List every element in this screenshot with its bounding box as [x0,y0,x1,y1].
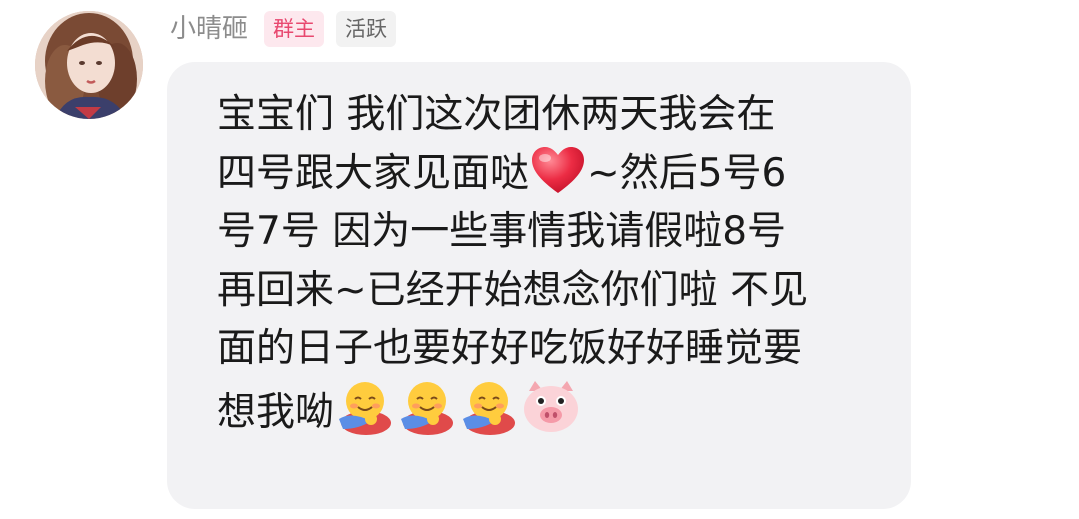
message-bubble[interactable]: 宝宝们 我们这次团休两天我会在 四号跟大家见面哒 ~然后5号6 号7号 因为一些… [167,62,911,509]
avatar-image [35,11,143,119]
message-line-2-text: 四号跟大家见面哒 [217,150,530,196]
chat-message-row: 小晴砸 群主 活跃 宝宝们 我们这次团休两天我会在 四号跟大家见面哒 ~然后5号… [0,0,1079,519]
hug-icon [397,379,457,435]
message-line-5: 面的日子也要好好吃饭好好睡觉要 [217,326,803,371]
message-line-2-tail: ~然后5号6 [587,150,787,196]
message-line-2: 四号跟大家见面哒 ~然后5号6 [217,145,897,204]
message-line-1: 宝宝们 我们这次团休两天我会在 [217,92,776,137]
sender-name[interactable]: 小晴砸 [170,11,248,47]
message-line-6-text: 想我呦 [217,389,335,435]
message-line-3: 号7号 因为一些事情我请假啦8号 [217,209,787,254]
group-owner-badge: 群主 [264,11,325,47]
pig-face-icon [521,379,581,435]
avatar[interactable] [35,11,143,119]
hug-icon [459,379,519,435]
active-badge: 活跃 [336,11,397,47]
message-text: 宝宝们 我们这次团休两天我会在 四号跟大家见面哒 ~然后5号6 号7号 因为一些… [217,86,897,437]
message-line-4: 再回来~已经开始想念你们啦 不见 [217,267,809,313]
message-line-6: 想我呦 [217,379,897,438]
sender-info: 小晴砸 群主 活跃 [170,11,397,47]
heart-icon [530,146,586,196]
hug-icon [335,379,395,435]
